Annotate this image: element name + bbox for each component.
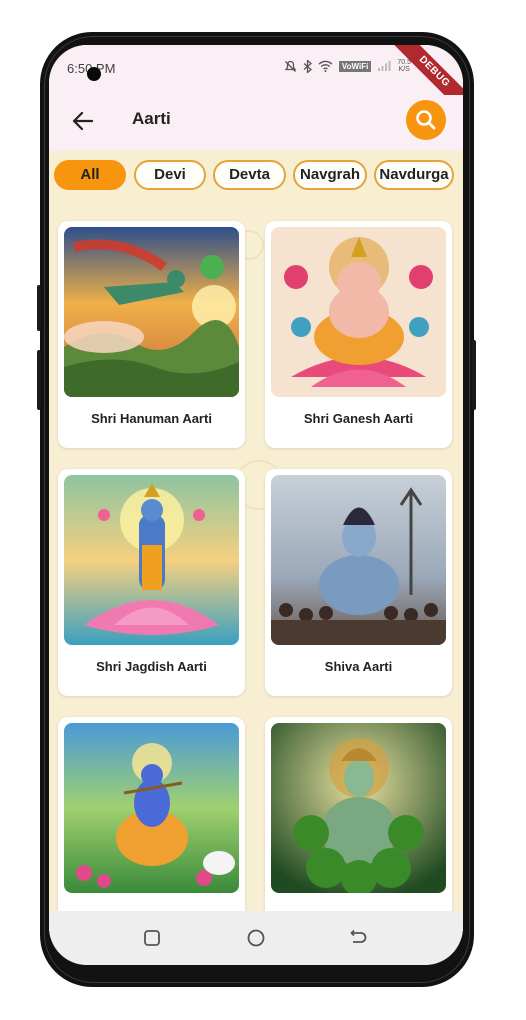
signal-icon <box>378 61 391 71</box>
system-nav-bar <box>49 911 463 965</box>
mute-icon <box>284 60 297 72</box>
back-icon[interactable] <box>347 927 369 949</box>
aarti-title: Shiva Aarti <box>324 659 393 674</box>
search-icon <box>416 110 436 130</box>
tulsi-image <box>271 723 446 893</box>
ganesh-image <box>271 227 446 397</box>
power-button <box>37 285 41 331</box>
volume-button <box>37 350 41 410</box>
arrow-left-icon[interactable] <box>69 107 97 135</box>
chip-all[interactable]: All <box>54 160 126 190</box>
recent-apps-icon[interactable] <box>141 927 163 949</box>
app-bar: Aarti <box>49 95 463 151</box>
chip-navdurga[interactable]: Navdurga <box>374 160 454 190</box>
hanuman-image <box>64 227 239 397</box>
aarti-title: Shri Ganesh Aarti <box>303 411 414 426</box>
status-bar: 6:50 PM VoWiFi 70.5 K/S DEBUG <box>49 45 463 118</box>
chip-devta[interactable]: Devta <box>213 160 286 190</box>
shiva-image <box>271 475 446 645</box>
aarti-card[interactable]: Shri Ganesh Aarti <box>265 221 452 448</box>
wifi-icon <box>318 60 333 72</box>
aarti-card[interactable] <box>265 717 452 944</box>
aarti-card[interactable]: Shri Hanuman Aarti <box>58 221 245 448</box>
chip-devi[interactable]: Devi <box>134 160 206 190</box>
category-chips: All Devi Devta Navgrah Navdurga <box>49 151 463 203</box>
vowifi-badge: VoWiFi <box>338 60 372 72</box>
search-button[interactable] <box>406 100 446 140</box>
front-camera <box>87 67 101 81</box>
aarti-card[interactable] <box>58 717 245 944</box>
screen: 6:50 PM VoWiFi 70.5 K/S DEBUG Aarti All … <box>49 45 463 965</box>
status-icons: VoWiFi 70.5 K/S <box>284 59 411 73</box>
network-speed: 70.5 K/S <box>397 59 411 73</box>
aarti-title: Shri Hanuman Aarti <box>91 411 212 426</box>
jagdish-image <box>64 475 239 645</box>
home-icon[interactable] <box>245 927 267 949</box>
aarti-card[interactable]: Shiva Aarti <box>265 469 452 696</box>
aarti-card[interactable]: Shri Jagdish Aarti <box>58 469 245 696</box>
page-title: Aarti <box>132 109 171 128</box>
chip-navgrah[interactable]: Navgrah <box>293 160 367 190</box>
krishna-image <box>64 723 239 893</box>
aarti-title: Shri Jagdish Aarti <box>96 659 207 674</box>
side-button <box>472 340 476 410</box>
bluetooth-icon <box>303 59 312 73</box>
